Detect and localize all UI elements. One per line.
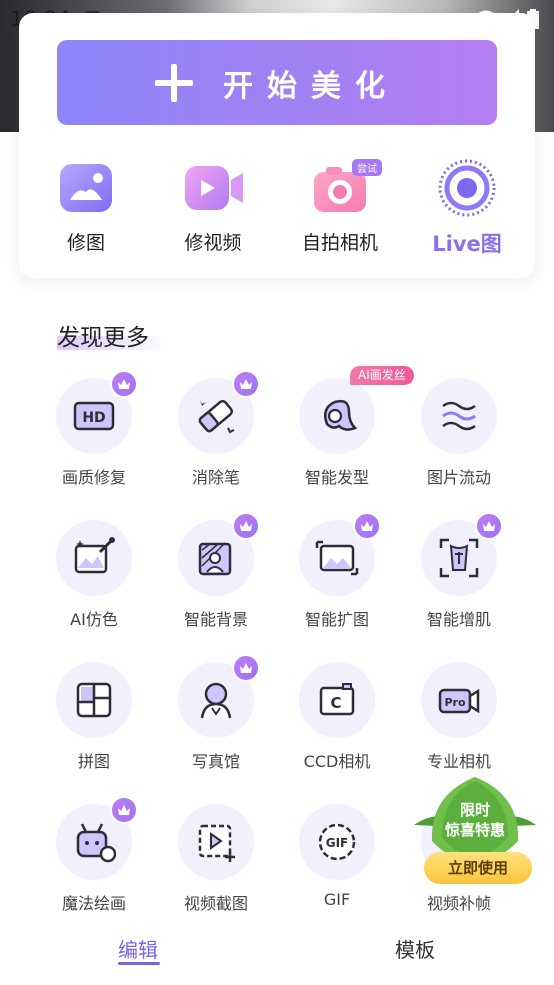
tool-label: 自拍相机 <box>301 232 378 254</box>
section-title: 发现更多 <box>57 325 149 351</box>
grid-item-label: 智能发型 <box>304 468 369 487</box>
svg-text:Pro: Pro <box>444 696 465 709</box>
muscle-icon <box>439 538 479 578</box>
grid-item-label: 魔法绘画 <box>61 894 126 913</box>
vip-crown-icon <box>353 512 381 540</box>
svg-text:GIF: GIF <box>326 836 349 850</box>
tool-label: 修图 <box>66 232 105 254</box>
tool-label: 修视频 <box>184 232 242 254</box>
start-beautify-label: 开始美化 <box>223 68 399 104</box>
grid-item-hairstyle[interactable]: 智能发型 <box>277 378 397 488</box>
video-screenshot-icon <box>198 824 235 862</box>
grid-item-image-flow[interactable]: 图片流动 <box>399 378 519 488</box>
vip-crown-icon <box>232 370 260 398</box>
collage-icon <box>76 682 112 718</box>
color-picker-icon <box>74 537 115 574</box>
grid-item-label: 视频截图 <box>183 894 248 913</box>
promo-title-line2: 惊喜特惠 <box>444 821 505 839</box>
vip-crown-icon <box>110 370 138 398</box>
grid-item-label: 画质修复 <box>61 468 126 487</box>
promo-use-now-button[interactable]: 立即使用 <box>424 852 532 884</box>
grid-item-label: AI仿色 <box>70 610 118 629</box>
tab-template[interactable]: 模板 <box>395 934 435 963</box>
grid-item-label: 图片流动 <box>426 468 491 487</box>
grid-item-smart-expand[interactable]: 智能扩图 <box>277 512 397 630</box>
promo-badge[interactable]: 限时 惊喜特惠 立即使用 <box>410 775 540 887</box>
hairstyle-icon <box>324 399 358 431</box>
tab-active-indicator <box>118 962 160 965</box>
grid-item-magic-paint[interactable]: 魔法绘画 <box>34 796 154 914</box>
grid-item-label: 视频补帧 <box>426 894 491 913</box>
grid-item-hd-repair[interactable]: HD 画质修复 <box>34 370 154 488</box>
grid-item-label: 写真馆 <box>191 752 240 771</box>
tool-video-edit[interactable]: 修视频 <box>158 156 268 255</box>
svg-text:C: C <box>330 694 341 712</box>
promo-title-line1: 限时 <box>459 801 490 819</box>
tab-edit[interactable]: 编辑 <box>118 934 158 963</box>
grid-item-ccd-camera[interactable]: C CCD相机 <box>277 662 397 772</box>
flow-icon <box>442 401 476 431</box>
eraser-icon <box>198 399 235 434</box>
grid-item-video-screenshot[interactable]: 视频截图 <box>156 804 276 914</box>
grid-item-eraser[interactable]: 消除笔 <box>156 370 276 488</box>
live-photo-icon <box>435 156 499 220</box>
ccd-camera-icon: C <box>319 683 355 716</box>
grid-item-label: 专业相机 <box>426 752 491 771</box>
grid-item-label: 消除笔 <box>191 468 240 487</box>
vip-crown-icon <box>232 654 260 682</box>
grid-item-label: 智能扩图 <box>304 610 369 629</box>
hd-icon: HD <box>73 401 115 431</box>
grid-item-label: CCD相机 <box>303 752 371 771</box>
grid-item-portrait-studio[interactable]: 写真馆 <box>156 654 276 772</box>
grid-item-label: GIF <box>323 890 351 909</box>
selfie-camera-icon: 尝试 <box>308 156 382 220</box>
grid-item-ai-color[interactable]: AI仿色 <box>34 520 154 630</box>
grid-item-label: 拼图 <box>77 752 110 771</box>
tool-photo-edit[interactable]: 修图 <box>31 156 141 255</box>
vip-crown-icon <box>110 796 138 824</box>
portrait-studio-icon <box>200 682 232 719</box>
start-beautify-button[interactable]: 开始美化 <box>57 40 497 125</box>
try-badge: 尝试 <box>352 159 382 176</box>
vip-crown-icon <box>475 512 503 540</box>
gif-icon: GIF <box>318 823 356 861</box>
tool-live-photo[interactable]: Live图 <box>412 156 522 258</box>
magic-paint-icon <box>76 823 116 863</box>
tool-label: Live图 <box>432 232 502 256</box>
grid-item-smart-muscle[interactable]: 智能增肌 <box>399 512 519 630</box>
grid-item-label: 智能背景 <box>183 610 248 629</box>
expand-image-icon <box>315 540 359 576</box>
photo-edit-icon <box>54 156 118 220</box>
grid-item-label: 智能增肌 <box>426 610 491 629</box>
grid-item-collage[interactable]: 拼图 <box>34 662 154 772</box>
plus-icon <box>155 63 193 102</box>
tool-selfie-camera[interactable]: 尝试 自拍相机 <box>285 156 395 255</box>
grid-item-gif[interactable]: GIF GIF <box>277 804 397 909</box>
grid-item-pro-camera[interactable]: Pro 专业相机 <box>399 662 519 772</box>
grid-item-smart-background[interactable]: 智能背景 <box>156 512 276 630</box>
video-edit-icon <box>181 156 245 220</box>
background-icon <box>198 542 232 576</box>
vip-crown-icon <box>232 512 260 540</box>
svg-text:HD: HD <box>82 410 105 426</box>
pro-camera-icon: Pro <box>438 688 480 714</box>
